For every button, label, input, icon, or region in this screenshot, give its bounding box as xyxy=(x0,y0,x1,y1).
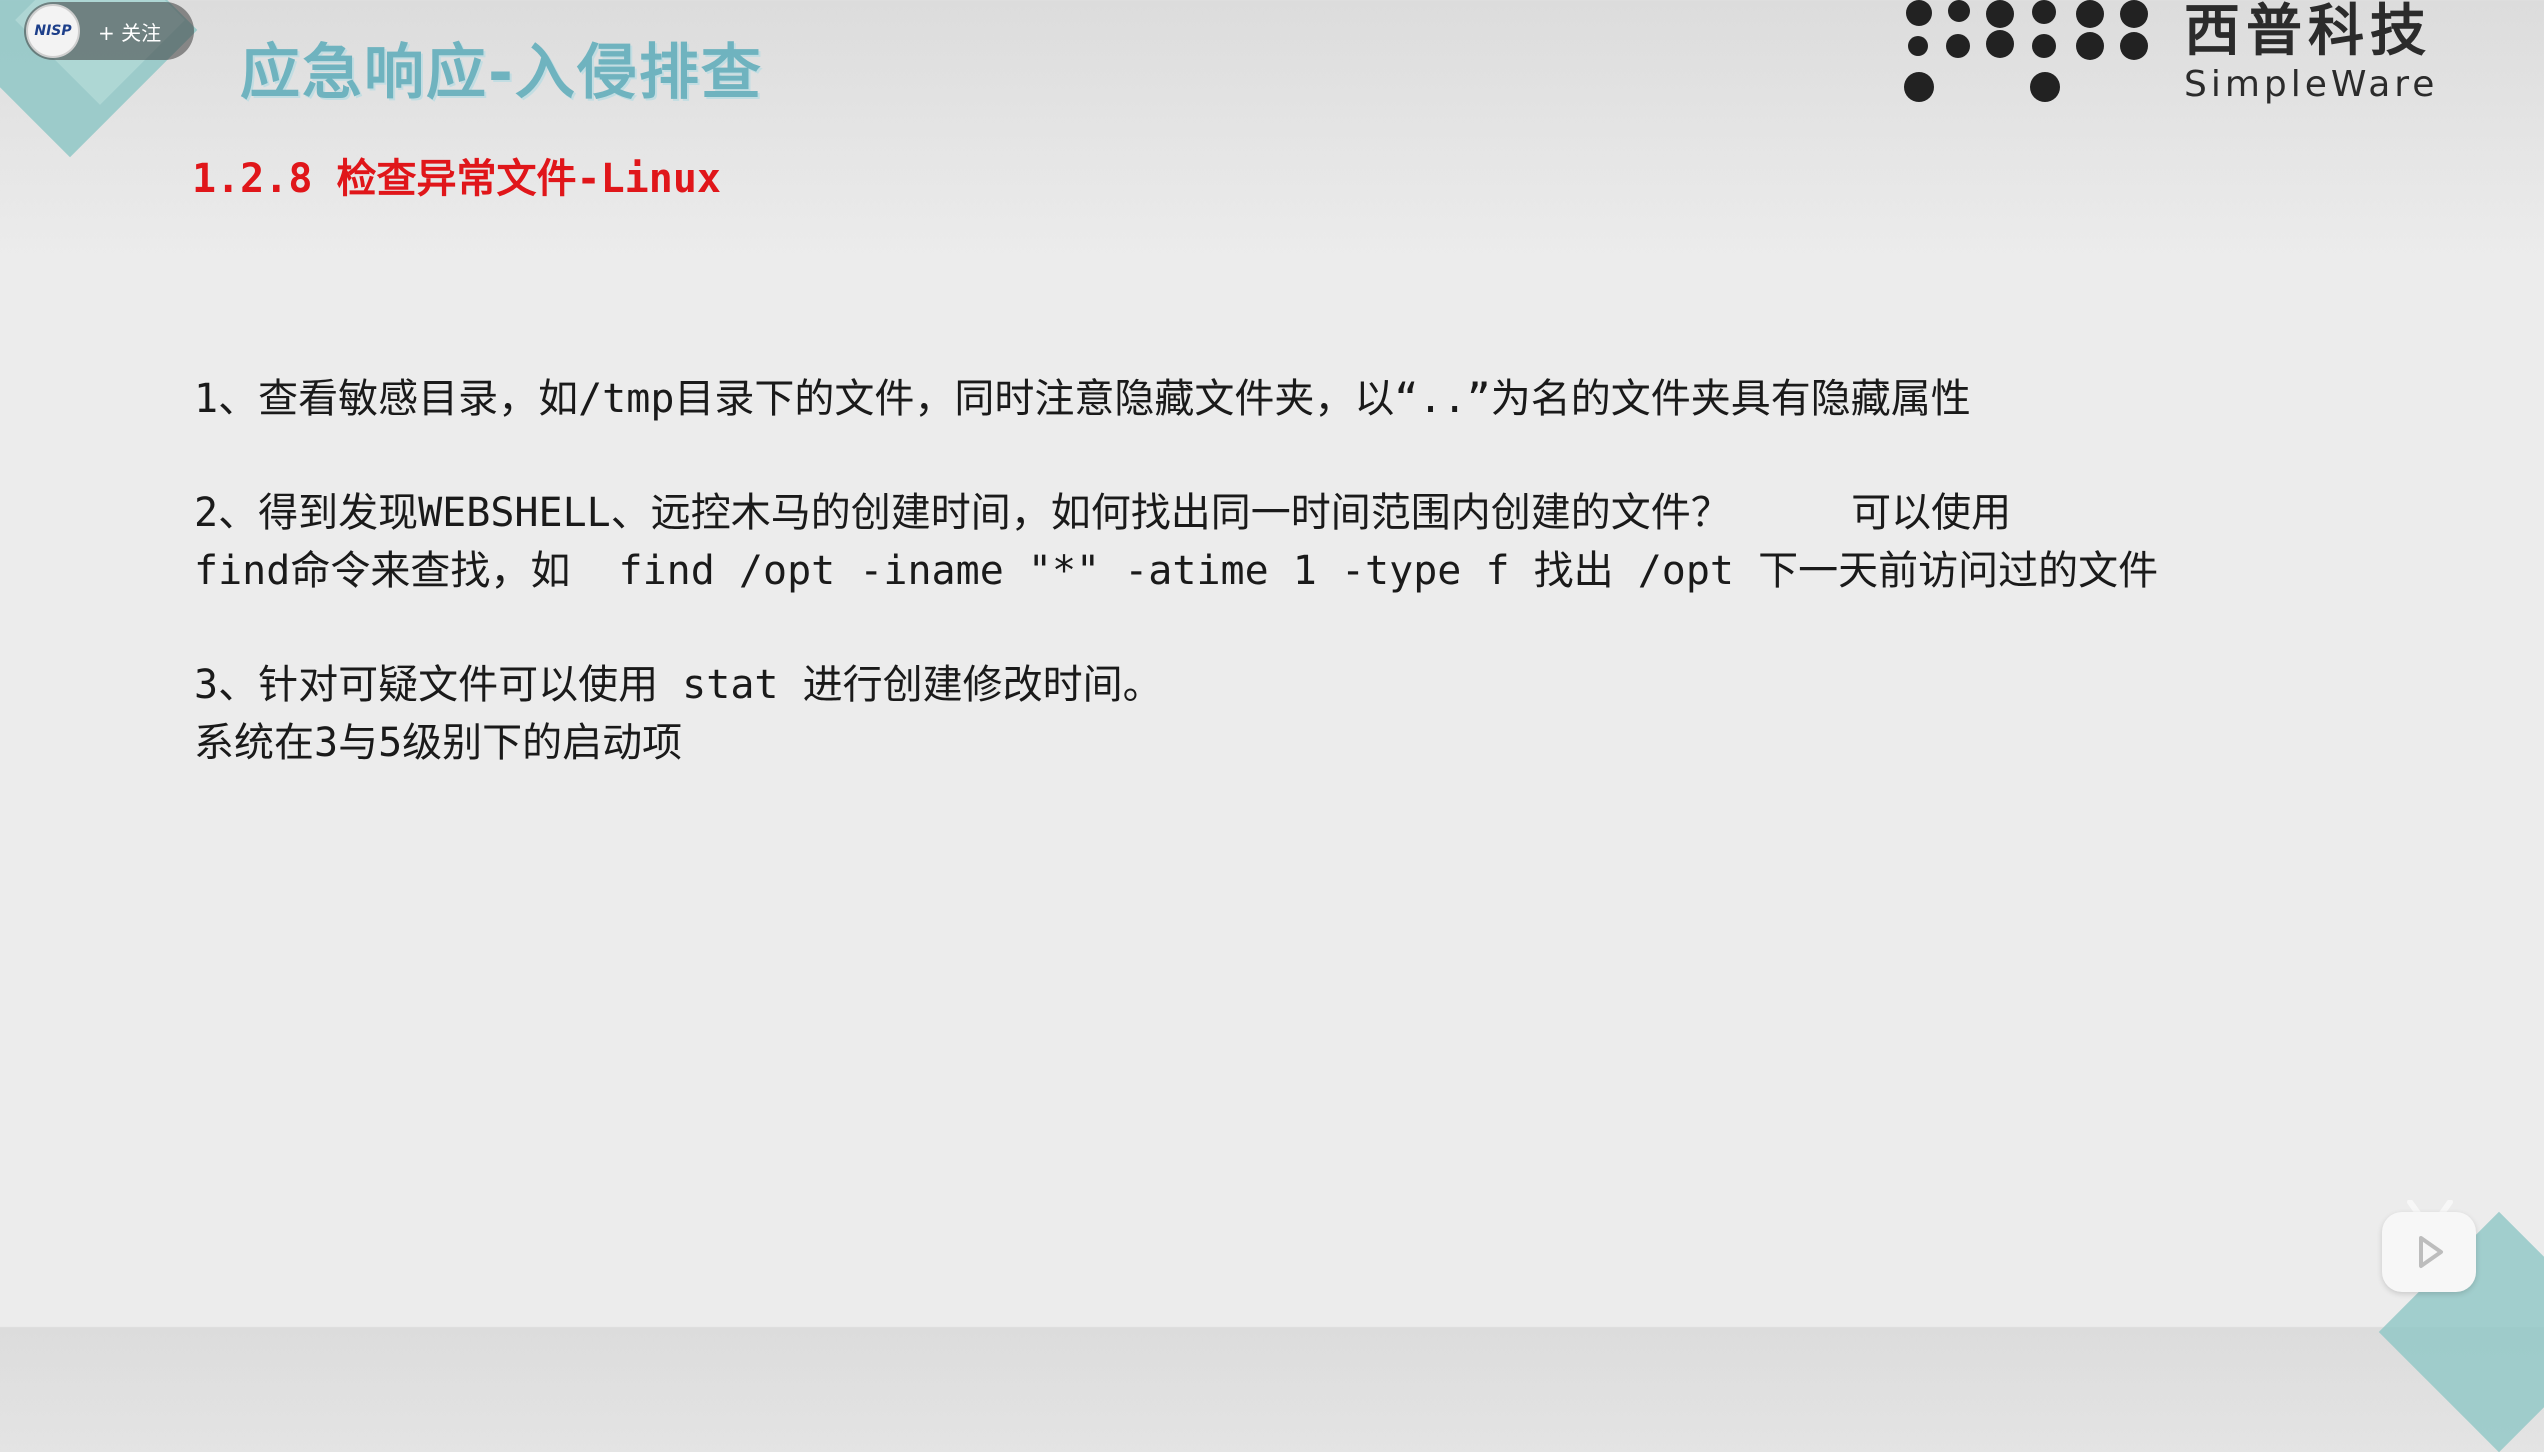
section-heading: 1.2.8 检查异常文件-Linux xyxy=(192,156,721,202)
point-2-line-1: 2、得到发现WEBSHELL、远控木马的创建时间，如何找出同一时间范围内创建的文… xyxy=(194,490,2012,536)
point-3-line-1: 3、针对可疑文件可以使用 stat 进行创建修改时间。 xyxy=(194,662,1163,708)
point-3-line-2: 系统在3与5级别下的启动项 xyxy=(194,720,683,766)
slide-title: 应急响应-入侵排查 xyxy=(240,38,763,108)
brand-logo-dots xyxy=(1900,0,2160,110)
channel-avatar[interactable]: NISP xyxy=(26,4,80,58)
point-1: 1、查看敏感目录，如/tmp目录下的文件，同时注意隐藏文件夹，以“..”为名的文… xyxy=(194,376,1971,422)
slide-content: 1、查看敏感目录，如/tmp目录下的文件，同时注意隐藏文件夹，以“..”为名的文… xyxy=(194,370,2414,772)
point-2-line-2: find命令来查找，如 find /opt -iname "*" -atime … xyxy=(194,548,2159,594)
brand-name-cn: 西普科技 xyxy=(2184,0,2432,64)
avatar-text: NISP xyxy=(34,23,72,39)
play-icon xyxy=(2419,1236,2443,1268)
brand-name-en: SimpleWare xyxy=(2184,64,2439,105)
follow-button[interactable]: + 关注 xyxy=(98,17,161,46)
follow-pill[interactable]: NISP + 关注 xyxy=(24,2,194,60)
play-button[interactable] xyxy=(2382,1212,2476,1292)
